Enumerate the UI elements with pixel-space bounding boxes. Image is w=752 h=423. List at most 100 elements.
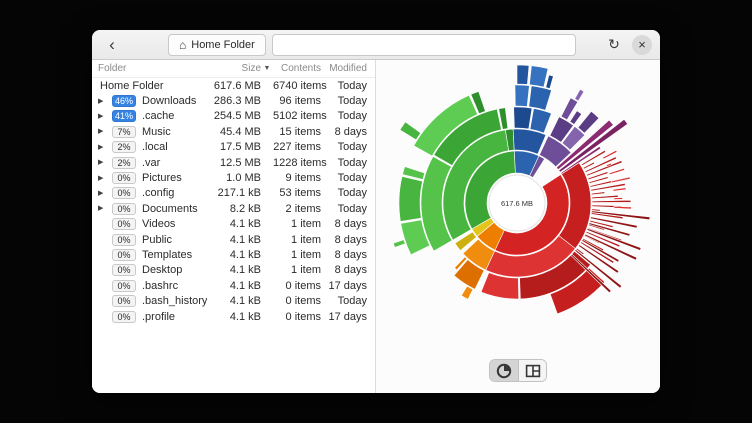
percent-badge: 0% (112, 311, 136, 323)
table-row[interactable]: 0%Public4.1 kB1 item8 days (92, 232, 375, 247)
table-row[interactable]: 0%Videos4.1 kB1 item8 days (92, 217, 375, 232)
folder-name: Templates (140, 249, 207, 261)
chart-segment[interactable] (570, 111, 582, 125)
treemap-view-button[interactable] (518, 360, 546, 381)
header-contents[interactable]: Contents (273, 63, 321, 74)
expander-icon[interactable]: ▶ (98, 128, 112, 135)
chart-segment[interactable] (529, 86, 552, 110)
rings-chart-icon (496, 363, 512, 379)
file-table: Folder Size ▼ Contents Modified Home Fol… (92, 60, 375, 393)
chart-segment[interactable] (575, 89, 584, 101)
chart-segment[interactable] (529, 66, 548, 87)
modified-cell: Today (321, 141, 367, 153)
contents-cell: 53 items (273, 187, 321, 199)
table-row[interactable]: 0% Templates4.1 kB 1 item8 days (92, 247, 375, 262)
table-row[interactable]: ▶2%.local17.5 MB227 itemsToday (92, 140, 375, 155)
folder-name: Home Folder (98, 80, 207, 92)
table-row[interactable]: ▶7%Music45.4 MB15 items8 days (92, 124, 375, 139)
expander-icon[interactable]: ▶ (98, 175, 112, 182)
chart-segment[interactable] (591, 192, 604, 195)
modified-cell: Today (321, 187, 367, 199)
contents-cell: 1 item (273, 234, 321, 246)
chart-segment[interactable] (614, 206, 632, 209)
folder-name: .profile (140, 311, 207, 323)
table-row[interactable]: 0%Desktop4.1 kB1 item8 days (92, 263, 375, 278)
modified-cell: 8 days (321, 218, 367, 230)
modified-cell: Today (321, 203, 367, 215)
refresh-button[interactable]: ↻ (602, 33, 626, 57)
rings-chart[interactable]: 617.6 MB (376, 60, 660, 355)
sort-descending-icon: ▼ (261, 65, 273, 72)
table-row[interactable]: 0%.profile4.1 kB0 items17 days (92, 309, 375, 324)
table-row[interactable]: ▶0%Pictures1.0 MB9 itemsToday (92, 170, 375, 185)
table-row[interactable]: Home Folder617.6 MB6740 itemsToday (92, 78, 375, 93)
back-button[interactable]: ‹ (100, 33, 124, 57)
percent-badge: 0% (112, 172, 136, 184)
expander-icon[interactable]: ▶ (98, 113, 112, 120)
chart-segment[interactable] (592, 200, 631, 202)
contents-cell: 5102 items (273, 110, 321, 122)
rings-view-button[interactable] (490, 360, 518, 381)
chart-segment[interactable] (461, 286, 473, 299)
header-modified[interactable]: Modified (321, 63, 367, 74)
percent-badge: 0% (112, 218, 136, 230)
chart-segment[interactable] (614, 197, 623, 199)
chart-segment[interactable] (546, 75, 554, 89)
folder-name: Downloads (140, 95, 207, 107)
chart-segment[interactable] (530, 108, 551, 133)
contents-cell: 9 items (273, 172, 321, 184)
size-cell: 617.6 MB (207, 80, 261, 92)
expander-icon[interactable]: ▶ (98, 98, 112, 105)
modified-cell: Today (321, 95, 367, 107)
expander-icon[interactable]: ▶ (98, 144, 112, 151)
header-folder[interactable]: Folder (98, 63, 207, 74)
treemap-chart-icon (525, 363, 541, 379)
modified-cell: 8 days (321, 249, 367, 261)
modified-cell: 17 days (321, 311, 367, 323)
expander-icon[interactable]: ▶ (98, 159, 112, 166)
table-row[interactable]: ▶0%Documents8.2 kB2 itemsToday (92, 201, 375, 216)
chart-segment[interactable] (609, 168, 624, 174)
contents-cell: 1 item (273, 264, 321, 276)
folder-name: Music (140, 126, 207, 138)
percent-badge: 0% (112, 249, 136, 261)
percent-badge: 0% (112, 187, 136, 199)
close-button[interactable]: × (632, 35, 652, 55)
percent-badge: 7% (112, 126, 136, 138)
folder-name: Videos (140, 218, 207, 230)
location-entry[interactable] (272, 34, 576, 56)
contents-cell: 96 items (273, 95, 321, 107)
chart-segment[interactable] (517, 65, 529, 84)
chart-segment[interactable] (515, 85, 529, 107)
chart-segment[interactable] (514, 107, 532, 129)
percent-badge: 0% (112, 295, 136, 307)
table-row[interactable]: ▶41%.cache254.5 MB5102 itemsToday (92, 109, 375, 124)
expander-icon[interactable]: ▶ (98, 205, 112, 212)
table-row[interactable]: 0%.bash_history4.1 kB0 itemsToday (92, 293, 375, 308)
size-cell: 254.5 MB (207, 110, 261, 122)
chart-segment[interactable] (613, 188, 626, 191)
modified-cell: Today (321, 295, 367, 307)
size-cell: 8.2 kB (207, 203, 261, 215)
chart-segment[interactable] (513, 129, 546, 154)
location-button[interactable]: ⌂ Home Folder (168, 34, 266, 56)
size-cell: 45.4 MB (207, 126, 261, 138)
table-row[interactable]: 0%.bashrc4.1 kB0 items17 days (92, 278, 375, 293)
percent-badge: 41% (112, 110, 136, 122)
home-icon: ⌂ (179, 38, 186, 52)
table-row[interactable]: ▶2%.var12.5 MB1228 itemsToday (92, 155, 375, 170)
contents-cell: 0 items (273, 311, 321, 323)
table-row[interactable]: ▶0%.config217.1 kB53 itemsToday (92, 186, 375, 201)
chart-segment[interactable] (400, 122, 421, 140)
header-size[interactable]: Size (207, 63, 261, 74)
size-cell: 217.1 kB (207, 187, 261, 199)
modified-cell: 8 days (321, 126, 367, 138)
chart-segment[interactable] (393, 240, 405, 248)
contents-cell: 1 item (273, 249, 321, 261)
modified-cell: 8 days (321, 234, 367, 246)
table-row[interactable]: ▶46%Downloads286.3 MB96 itemsToday (92, 93, 375, 108)
contents-cell: 6740 items (273, 80, 321, 92)
chart-segment[interactable] (399, 176, 422, 221)
expander-icon[interactable]: ▶ (98, 190, 112, 197)
size-cell: 4.1 kB (207, 249, 261, 261)
